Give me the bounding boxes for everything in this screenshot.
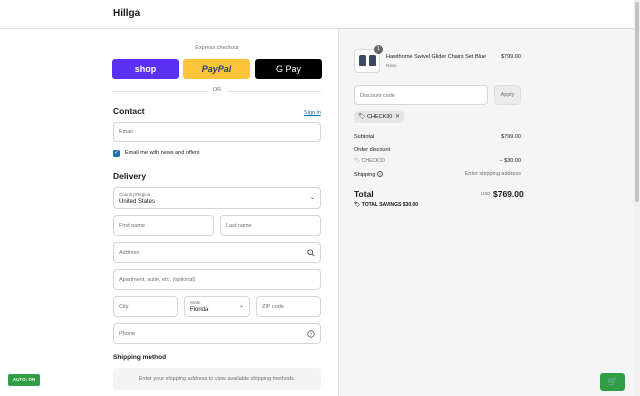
- savings-tag-icon: 🏷: [354, 202, 361, 208]
- savings-value: $30.00: [402, 202, 419, 208]
- paypal-button[interactable]: PayPal: [183, 59, 250, 79]
- express-checkout-title: Express checkout: [195, 45, 239, 51]
- first-name-field[interactable]: First name: [113, 215, 214, 236]
- applied-code: CHECK30: [367, 114, 393, 120]
- brand-logo[interactable]: Hillga: [113, 8, 140, 19]
- total-savings: 🏷 TOTAL SAVINGS $30.00: [354, 202, 418, 208]
- header: Hillga: [0, 0, 634, 29]
- total-value: $769.00: [493, 189, 524, 199]
- remove-discount-icon[interactable]: ✕: [395, 113, 400, 120]
- news-checkbox[interactable]: ✓: [113, 150, 120, 157]
- email-field[interactable]: Email: [113, 122, 321, 142]
- last-name-field[interactable]: Last name: [220, 215, 321, 236]
- address-placeholder: Address: [119, 250, 140, 256]
- cart-icon: 🛒: [607, 377, 618, 386]
- auto-toggle-button[interactable]: AUTO: ON: [8, 374, 40, 386]
- discount-placeholder: Discount code: [360, 93, 395, 99]
- chevron-down-icon: ⌄: [309, 195, 315, 201]
- apartment-placeholder: Apartment, suite, etc. (optional): [119, 277, 196, 283]
- phone-field[interactable]: Phone ?: [113, 323, 321, 344]
- currency-label: USD: [481, 191, 491, 196]
- tag-icon: 🏷: [354, 158, 361, 164]
- shop-pay-button[interactable]: shop: [112, 59, 179, 79]
- country-value: United States: [119, 199, 156, 205]
- zip-placeholder: ZIP code: [262, 304, 284, 310]
- subtotal-value: $799.00: [501, 134, 521, 140]
- or-text: OR: [212, 87, 222, 93]
- news-checkbox-label: Email me with news and offers: [125, 150, 200, 156]
- delivery-heading: Delivery: [113, 171, 147, 181]
- subtotal-label: Subtotal: [354, 134, 375, 140]
- search-icon: [307, 249, 315, 257]
- city-placeholder: City: [119, 304, 129, 310]
- divider-line-right: [227, 91, 321, 92]
- phone-placeholder: Phone: [119, 331, 135, 337]
- email-placeholder: Email: [119, 129, 133, 135]
- or-divider: OR: [113, 87, 321, 95]
- chair-image-left: [359, 55, 366, 66]
- google-pay-button[interactable]: G Pay: [255, 59, 322, 79]
- chair-image-right: [369, 55, 376, 66]
- country-label: Country/Region: [119, 192, 151, 197]
- savings-label: TOTAL SAVINGS: [361, 202, 402, 208]
- divider-line-left: [113, 91, 207, 92]
- apartment-field[interactable]: Apartment, suite, etc. (optional): [113, 269, 321, 290]
- country-select[interactable]: Country/Region United States ⌄: [113, 187, 321, 209]
- discount-code-input[interactable]: Discount code: [354, 85, 488, 105]
- discount-code-tag: 🏷 CHECK30: [354, 158, 385, 164]
- help-icon[interactable]: ?: [376, 171, 383, 177]
- last-name-placeholder: Last name: [226, 223, 252, 229]
- state-value: Florida: [190, 307, 209, 313]
- first-name-placeholder: First name: [119, 223, 145, 229]
- address-field[interactable]: Address: [113, 242, 321, 263]
- floating-action-button[interactable]: 🛒: [600, 373, 625, 391]
- state-label: State: [190, 300, 201, 305]
- zip-field[interactable]: ZIP code: [256, 296, 321, 317]
- chevron-down-icon: ⌄: [238, 303, 244, 309]
- help-icon[interactable]: ?: [307, 330, 315, 338]
- svg-text:?: ?: [310, 332, 313, 338]
- sign-in-link[interactable]: Sign in: [304, 110, 321, 116]
- product-name: Hawthorne Swivel Glider Chairs Set Blue: [386, 54, 486, 60]
- product-variant: Navy: [386, 63, 397, 68]
- order-discount-label: Order discount: [354, 147, 391, 153]
- product-price: $799.00: [501, 54, 521, 60]
- contact-heading: Contact: [113, 106, 145, 116]
- apply-discount-button[interactable]: Apply: [494, 85, 521, 105]
- discount-value: − $30.00: [499, 158, 521, 164]
- shipping-method-heading: Shipping method: [113, 354, 167, 361]
- tag-icon: 🏷: [358, 114, 366, 120]
- quantity-badge: 1: [374, 45, 383, 54]
- applied-discount-chip: 🏷 CHECK30 ✕: [354, 111, 404, 123]
- city-field[interactable]: City: [113, 296, 178, 317]
- total-label: Total: [354, 189, 374, 199]
- scrollbar-thumb[interactable]: [635, 2, 639, 202]
- shipping-label: Shipping ?: [354, 171, 383, 178]
- discount-code-text: CHECK30: [361, 158, 385, 164]
- shipping-value: Enter shipping address: [464, 171, 521, 177]
- state-select[interactable]: State Florida ⌄: [184, 296, 250, 317]
- shipping-label-text: Shipping: [354, 172, 376, 178]
- shipping-method-notice: Enter your shipping address to view avai…: [113, 368, 321, 390]
